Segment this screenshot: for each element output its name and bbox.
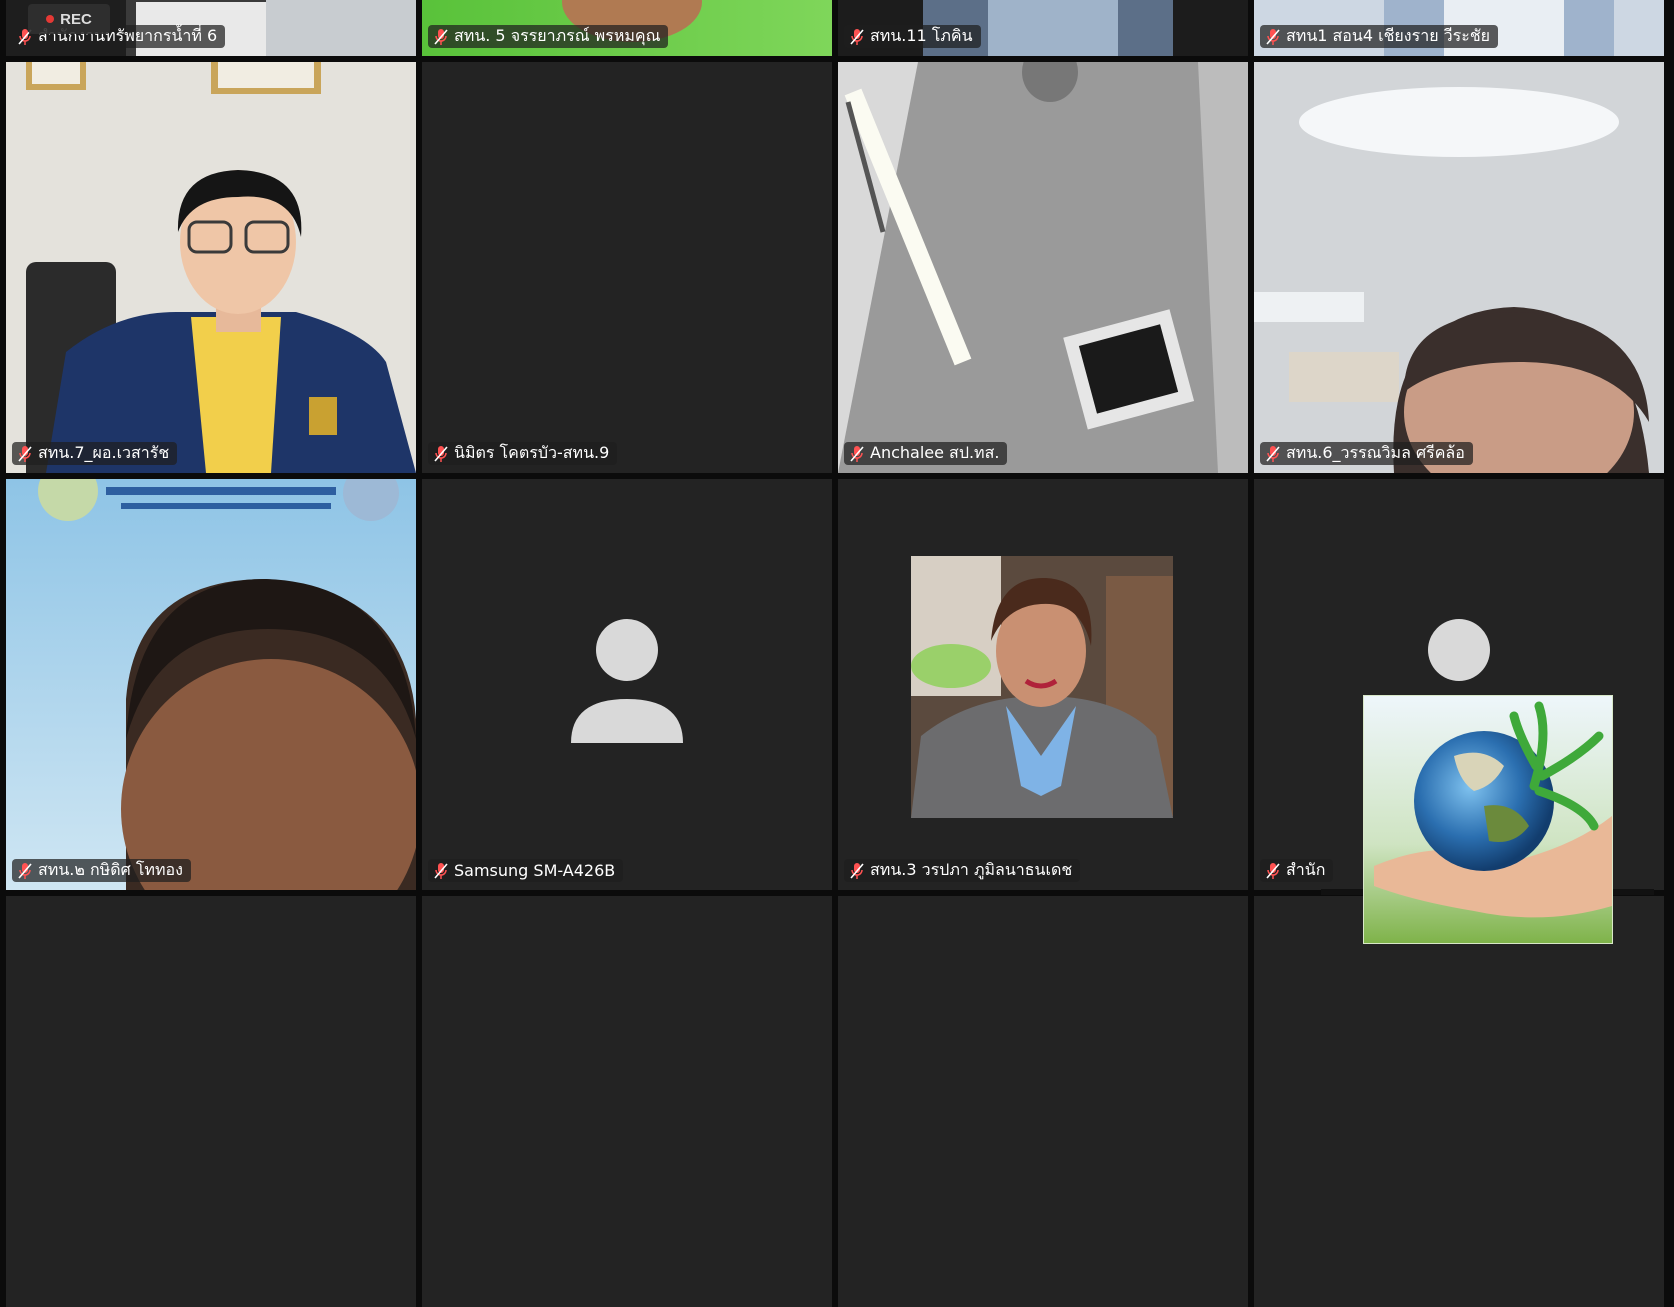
person-avatar-icon	[1428, 619, 1490, 681]
participant-tile-2[interactable]: สทน. 5 จรรยาภรณ์ พรหมคุณ	[422, 0, 832, 56]
participant-name-bar: สำนัก	[1260, 859, 1334, 882]
mic-muted-icon	[1266, 445, 1280, 462]
participant-tile-15[interactable]	[838, 896, 1248, 1307]
participant-tile-1[interactable]: สำนักงานทรัพยากรน้ำที่ 6 REC	[6, 0, 416, 56]
participant-tile-5[interactable]: สทน.7_ผอ.เวสารัช	[6, 62, 416, 473]
participant-name: สทน.6_วรรณวิมล ศรีคล้อ	[1286, 443, 1465, 462]
participant-name-bar: สทน.7_ผอ.เวสารัช	[12, 442, 178, 465]
participant-name: สทน.7_ผอ.เวสารัช	[38, 443, 170, 462]
participant-tile-11[interactable]: สทน.3 วรปภา ภูมิลนาธนเดช	[838, 479, 1248, 890]
participant-tile-4[interactable]: สทน1 สอน4 เชียงราย วีระชัย	[1254, 0, 1664, 56]
mic-muted-icon	[850, 862, 864, 879]
participant-name: สทน.3 วรปภา ภูมิลนาธนเดช	[870, 860, 1073, 879]
mic-muted-icon	[1266, 28, 1280, 45]
participant-name: สำนัก	[1286, 860, 1326, 879]
participant-tile-10[interactable]: Samsung SM-A426B	[422, 479, 832, 890]
participant-tile-9[interactable]: สทน.๒ กษิดิศ โททอง	[6, 479, 416, 890]
mic-muted-icon	[18, 862, 32, 879]
participant-name-bar: สทน.๒ กษิดิศ โททอง	[12, 859, 191, 882]
participant-name: Samsung SM-A426B	[454, 861, 616, 880]
participant-video	[1254, 62, 1664, 473]
participant-name: สทน.11 โภคิน	[870, 26, 973, 45]
participant-name-bar: นิมิตร โคตรบัว-สทน.9	[428, 442, 618, 465]
mic-muted-icon	[1266, 862, 1280, 879]
participant-name: สทน.๒ กษิดิศ โททอง	[38, 860, 183, 879]
mic-muted-icon	[434, 445, 448, 462]
participant-name: สทน. 5 จรรยาภรณ์ พรหมคุณ	[454, 26, 661, 45]
participant-video	[838, 62, 1248, 473]
mic-muted-icon	[434, 862, 448, 879]
mic-muted-icon	[850, 445, 864, 462]
participant-tile-14[interactable]	[422, 896, 832, 1307]
mic-muted-icon	[434, 28, 448, 45]
participant-name-bar: Anchalee สป.ทส.	[844, 442, 1008, 465]
participant-name-bar: Samsung SM-A426B	[428, 859, 624, 882]
participant-tile-6[interactable]: นิมิตร โคตรบัว-สทน.9	[422, 62, 832, 473]
recording-label: REC	[60, 10, 92, 28]
mic-muted-icon	[18, 445, 32, 462]
profile-photo	[911, 556, 1173, 818]
participant-tile-13[interactable]	[6, 896, 416, 1307]
participant-tile-16[interactable]	[1254, 896, 1664, 1307]
participant-name-bar: สทน.11 โภคิน	[844, 25, 981, 48]
participant-tile-7[interactable]: Anchalee สป.ทส.	[838, 62, 1248, 473]
participant-name-bar: สทน.6_วรรณวิมล ศรีคล้อ	[1260, 442, 1473, 465]
participant-name-bar: สทน. 5 จรรยาภรณ์ พรหมคุณ	[428, 25, 669, 48]
person-avatar-icon	[571, 619, 683, 743]
participant-video	[6, 62, 416, 473]
record-dot-icon	[46, 15, 55, 23]
participant-tile-8[interactable]: สทน.6_วรรณวิมล ศรีคล้อ	[1254, 62, 1664, 473]
participant-name-bar: สทน.3 วรปภา ภูมิลนาธนเดช	[844, 859, 1081, 882]
participant-tile-3[interactable]: สทน.11 โภคิน	[838, 0, 1248, 56]
self-view-thumbnail[interactable]	[1363, 695, 1613, 944]
recording-indicator[interactable]: REC	[28, 4, 110, 34]
participant-video	[6, 479, 416, 890]
mic-muted-icon	[850, 28, 864, 45]
video-grid: สำนักงานทรัพยากรน้ำที่ 6 REC สทน. 5 จรรย…	[6, 0, 1664, 1307]
participant-name: สทน1 สอน4 เชียงราย วีระชัย	[1286, 26, 1491, 45]
participant-name: นิมิตร โคตรบัว-สทน.9	[454, 443, 610, 462]
participant-name-bar: สทน1 สอน4 เชียงราย วีระชัย	[1260, 25, 1499, 48]
participant-name: Anchalee สป.ทส.	[870, 443, 1000, 462]
